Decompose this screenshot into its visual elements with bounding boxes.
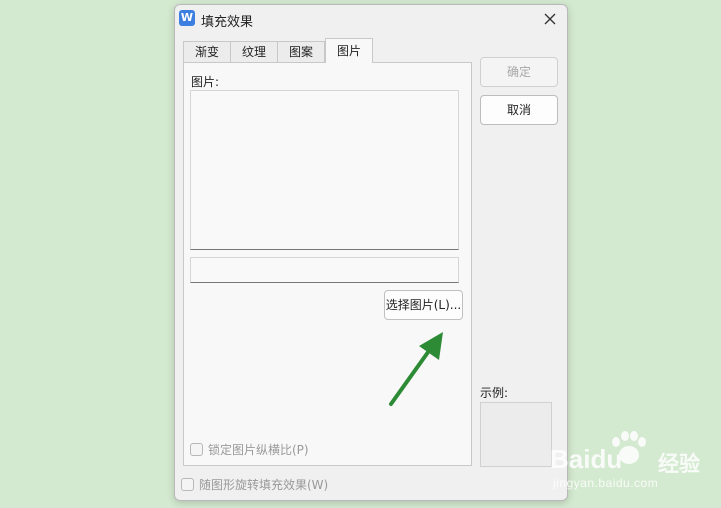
rotate-with-shape-label: 随图形旋转填充效果(W) [199, 478, 329, 492]
watermark-cn: 经验 [658, 452, 700, 476]
tab-texture[interactable]: 纹理 [230, 41, 278, 63]
tab-pattern[interactable]: 图案 [277, 41, 325, 63]
picture-tab-panel: 图片: 选择图片(L)... 锁定图片纵横比(P) [183, 62, 472, 466]
picture-preview [190, 90, 459, 250]
picture-path-field[interactable] [190, 257, 459, 283]
watermark-url: jingyan.baidu.com [553, 476, 659, 490]
paw-icon [612, 431, 646, 464]
picture-label: 图片: [191, 75, 220, 89]
ok-button[interactable]: 确定 [480, 57, 558, 87]
baidu-jingyan-watermark: Baidu 经验 jingyan.baidu.com [548, 428, 718, 494]
lock-aspect-checkbox[interactable] [190, 443, 203, 456]
lock-aspect-label: 锁定图片纵横比(P) [208, 443, 309, 457]
select-picture-button[interactable]: 选择图片(L)... [384, 290, 463, 320]
cancel-button[interactable]: 取消 [480, 95, 558, 125]
example-label: 示例: [480, 386, 509, 400]
dialog-title: 填充效果 [201, 15, 254, 30]
tab-picture[interactable]: 图片 [325, 38, 373, 63]
wps-app-icon: W [179, 10, 195, 26]
close-icon[interactable] [539, 8, 561, 30]
tab-gradient[interactable]: 渐变 [183, 41, 231, 63]
rotate-with-shape-checkbox-row[interactable]: 随图形旋转填充效果(W) [181, 476, 328, 493]
rotate-with-shape-checkbox[interactable] [181, 478, 194, 491]
example-preview [480, 402, 552, 467]
fill-effects-dialog: W 填充效果 渐变 纹理 图案 图片 图片: 选择图片(L)... 锁定图片纵横… [174, 4, 568, 501]
lock-aspect-checkbox-row[interactable]: 锁定图片纵横比(P) [190, 441, 309, 458]
title-bar[interactable]: W 填充效果 [175, 5, 567, 33]
